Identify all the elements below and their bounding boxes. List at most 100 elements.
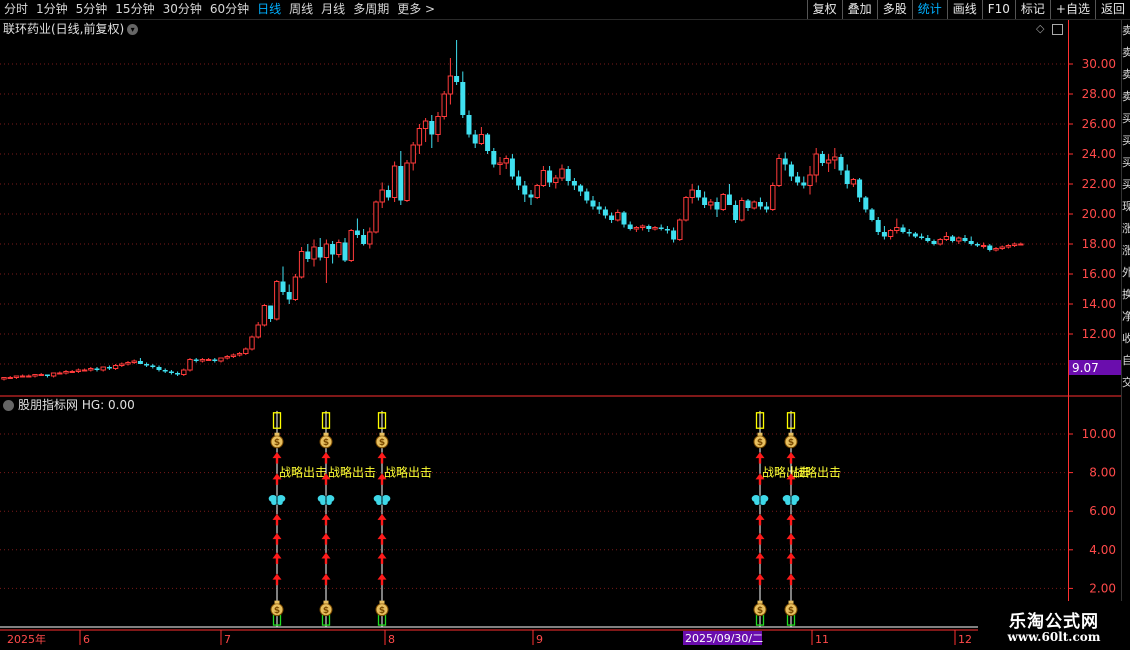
svg-text:$: $ [379,606,385,616]
candle [516,170,522,190]
money-bag-icon: $ [753,600,767,617]
candle [460,71,466,118]
candle [274,280,280,321]
candle [596,202,602,214]
candle [361,229,367,246]
indicator-name-label: 股朋指标网 HG: 0.00 [18,398,135,412]
chart-canvas[interactable]: 30.00 28.00 26.00 24.00 22.00 20.00 18.00 16.00… [0,0,1130,650]
candle [584,188,590,204]
candle [416,124,423,154]
up-arrow-icon [321,533,331,545]
price-tick-label: 18.00 [1082,237,1116,251]
svg-text:$: $ [757,438,763,448]
signal-column: $ $ 战略出击 [317,410,376,627]
candle [999,245,1005,250]
up-arrow-icon [377,513,387,526]
watermark-url: www.60lt.com [1007,630,1101,644]
candle [615,209,621,222]
signal-label: 战略出击 [279,465,327,480]
strip-glyph: 自 [1122,350,1130,372]
candle [63,370,69,375]
date-tick-label: 6 [83,633,90,646]
candle [547,166,553,187]
up-arrow-icon [272,552,282,564]
money-bag-icon: $ [784,432,798,449]
candle [88,367,94,372]
money-bag-icon: $ [375,432,389,449]
price-axis: 30.00 28.00 26.00 24.00 22.00 20.00 18.00 16.00… [1068,57,1116,341]
chevron-down-icon[interactable]: ▾ [127,24,139,35]
diamond-icon[interactable]: ◇ [1036,22,1044,35]
right-info-strip[interactable]: 卖 卖 卖 卖 买 买 买 买 现 涨 涨 外 换 净 收 自 交 [1121,20,1130,630]
candle [398,151,404,205]
svg-text:$: $ [379,438,385,448]
candle [726,184,732,205]
window-toggle-icon[interactable] [1051,23,1063,35]
candle [788,161,794,181]
candle [590,196,596,210]
candle [323,239,330,283]
candle [565,166,571,186]
price-tick-label: 28.00 [1082,87,1116,101]
up-arrow-icon [755,452,765,464]
candle [144,362,150,367]
candle [702,191,708,208]
up-arrow-icon [786,513,796,526]
candle [261,304,268,327]
candle [367,227,373,249]
candle [801,176,807,189]
strip-glyph: 交 [1122,372,1130,394]
svg-text:2025/09/30/二: 2025/09/30/二 [685,632,763,645]
candle [1018,242,1024,246]
indicator-tick-label: 4.00 [1089,543,1116,557]
candle [112,364,119,370]
candle [540,166,547,187]
signal-column: $ $ 战略出击 [373,410,432,627]
candle [354,218,360,238]
candle [863,196,869,213]
candle [224,355,230,360]
up-arrow-icon [377,573,387,586]
candle [168,370,174,375]
candle [491,148,497,168]
candle [7,376,13,379]
candle [677,218,683,241]
signal-label: 战略出击 [793,465,841,480]
up-arrow-icon [272,513,282,526]
date-tick-label: 7 [224,633,231,646]
strip-glyph: 现 [1122,196,1130,218]
indicator-tick-label: 8.00 [1089,466,1116,480]
candle [602,206,608,219]
butterfly-icon [268,495,286,506]
watermark-title: 乐淘公式网 [1009,612,1099,632]
candle [1005,244,1012,249]
candle [150,364,156,369]
candle [733,200,739,223]
money-bag-icon: $ [270,600,284,617]
up-arrow-icon [272,533,282,545]
date-tick-label: 2025年 [7,632,46,646]
candle [94,367,100,372]
grid-lines [0,63,1068,589]
candlestick-series [1,40,1024,381]
candle [429,115,435,148]
indicator-axis: 10.00 8.00 6.00 4.00 2.00 [1068,427,1116,595]
candle [987,244,993,252]
main-chart-title[interactable]: 联环药业(日线,前复权) ▾ [3,21,139,37]
strip-glyph: 买 [1122,130,1130,152]
candle [1011,242,1018,247]
date-tick-label: 8 [388,633,395,646]
candle [993,247,999,252]
strip-glyph: 收 [1122,328,1130,350]
candle [125,361,131,366]
candle [627,221,633,231]
strip-glyph: 净 [1122,306,1130,328]
candle [466,110,472,138]
up-arrow-icon [755,533,765,545]
candle [38,373,44,376]
strip-glyph: 卖 [1122,42,1130,64]
chevron-down-icon[interactable] [3,400,14,411]
candle [162,368,168,373]
candle [32,374,38,378]
indicator-title[interactable]: 股朋指标网 HG: 0.00 [3,398,135,413]
